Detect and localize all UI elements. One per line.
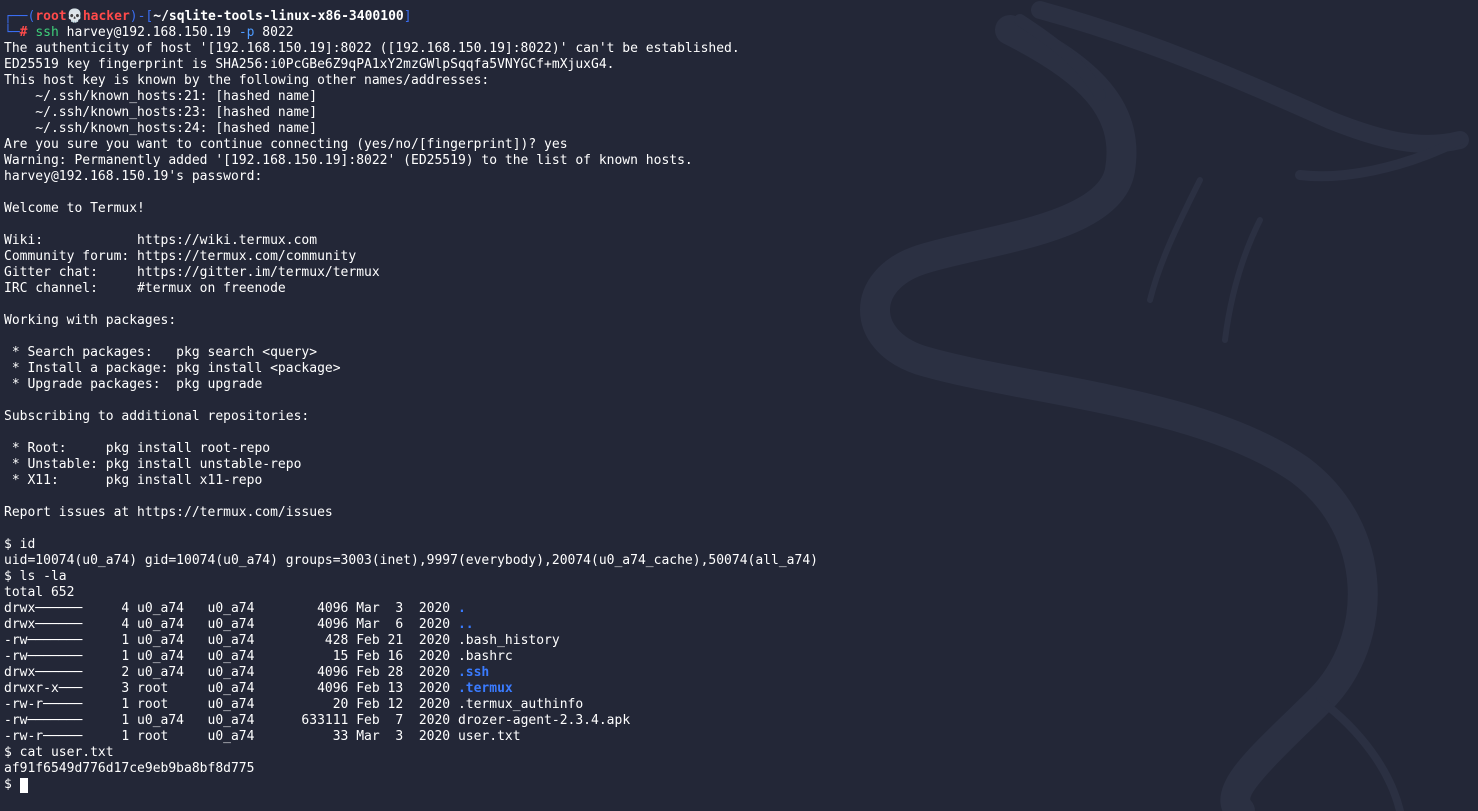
output-line: Welcome to Termux! (4, 201, 145, 216)
listing-row: -rw─────── 1 u0_a74 u0_a74 15 Feb 16 202… (4, 649, 1474, 665)
output-tail: $ cat user.txt af91f6549d776d17ce9eb9ba8b… (4, 745, 1474, 777)
listing-row: drwx────── 4 u0_a74 u0_a74 4096 Mar 6 20… (4, 617, 1474, 633)
listing-meta: drwx────── 4 u0_a74 u0_a74 4096 Mar 6 20… (4, 617, 458, 632)
output-line: ED25519 key fingerprint is SHA256:i0PcGB… (4, 57, 615, 72)
output-line: $ ls -la (4, 569, 67, 584)
listing-meta: -rw─────── 1 u0_a74 u0_a74 15 Feb 16 202… (4, 649, 458, 664)
output-line: This host key is known by the following … (4, 73, 490, 88)
output-line: Community forum: https://termux.com/comm… (4, 249, 357, 264)
listing-meta: drwxr-x─── 3 root u0_a74 4096 Feb 13 202… (4, 681, 458, 696)
listing-file-name: drozer-agent-2.3.4.apk (457, 713, 631, 728)
output-line: ~/.ssh/known_hosts:21: [hashed name] (4, 89, 318, 104)
listing-row: -rw─────── 1 u0_a74 u0_a74 633111 Feb 7 … (4, 713, 1474, 729)
output-line: * Install a package: pkg install <packag… (4, 361, 341, 376)
input-line[interactable]: $ (4, 777, 1474, 793)
command-port: 8022 (254, 25, 294, 40)
listing-meta: drwx────── 4 u0_a74 u0_a74 4096 Mar 3 20… (4, 601, 458, 616)
output-line: Are you sure you want to continue connec… (4, 137, 568, 152)
prompt-user: root (35, 9, 67, 24)
output-line: * Search packages: pkg search <query> (4, 345, 318, 360)
listing-row: drwxr-x─── 3 root u0_a74 4096 Feb 13 202… (4, 681, 1474, 697)
listing-row: -rw-r───── 1 root u0_a74 20 Feb 12 2020 … (4, 697, 1474, 713)
listing-file-name: user.txt (457, 729, 521, 744)
output-line: $ id (4, 537, 36, 552)
listing-dir-name: .. (457, 617, 474, 632)
prompt-hash: # (19, 25, 28, 40)
prompt-end: ] (403, 9, 412, 24)
output-line: Working with packages: (4, 313, 177, 328)
output-line: * Root: pkg install root-repo (4, 441, 271, 456)
skull-icon: 💀 (66, 9, 83, 24)
command-program: ssh (35, 25, 59, 40)
output-line: * Unstable: pkg install unstable-repo (4, 457, 302, 472)
prompt-frame-top: ┌──( (4, 9, 36, 24)
listing-row: -rw-r───── 1 root u0_a74 33 Mar 3 2020 u… (4, 729, 1474, 745)
output-line: IRC channel: #termux on freenode (4, 281, 286, 296)
directory-listing: drwx────── 4 u0_a74 u0_a74 4096 Mar 3 20… (4, 601, 1474, 745)
listing-meta: drwx────── 2 u0_a74 u0_a74 4096 Feb 28 2… (4, 665, 458, 680)
output-line: * Upgrade packages: pkg upgrade (4, 377, 263, 392)
listing-file-name: .termux_authinfo (457, 697, 584, 712)
prompt-separator: )-[ (129, 9, 154, 24)
listing-meta: -rw─────── 1 u0_a74 u0_a74 428 Feb 21 20… (4, 633, 458, 648)
listing-meta: -rw-r───── 1 root u0_a74 33 Mar 3 2020 (4, 729, 458, 744)
input-prompt: $ (4, 777, 20, 792)
output-line: uid=10074(u0_a74) gid=10074(u0_a74) grou… (4, 553, 818, 568)
command-option: -p (238, 25, 255, 40)
output-line: total 652 (4, 585, 75, 600)
output-line: $ cat user.txt (4, 745, 114, 760)
output-line: * X11: pkg install x11-repo (4, 473, 263, 488)
terminal-output: ┌──(root💀hacker)-[~/sqlite-tools-linux-x… (4, 9, 1474, 793)
output-line: Warning: Permanently added '[192.168.150… (4, 153, 693, 168)
output-line: ~/.ssh/known_hosts:24: [hashed name] (4, 121, 318, 136)
output-line: Wiki: https://wiki.termux.com (4, 233, 318, 248)
listing-row: drwx────── 2 u0_a74 u0_a74 4096 Feb 28 2… (4, 665, 1474, 681)
output-line: af91f6549d776d17ce9eb9ba8bf8d775 (4, 761, 255, 776)
terminal-window[interactable]: ┌──(root💀hacker)-[~/sqlite-tools-linux-x… (0, 0, 1478, 811)
listing-dir-name: . (457, 601, 466, 616)
output-block: The authenticity of host '[192.168.150.1… (4, 41, 1474, 601)
output-line: Subscribing to additional repositories: (4, 409, 310, 424)
prompt-directory: ~/sqlite-tools-linux-x86-3400100 (153, 9, 404, 24)
listing-row: -rw─────── 1 u0_a74 u0_a74 428 Feb 21 20… (4, 633, 1474, 649)
output-line: harvey@192.168.150.19's password: (4, 169, 271, 184)
output-line: Gitter chat: https://gitter.im/termux/te… (4, 265, 380, 280)
text-cursor[interactable] (19, 778, 28, 793)
listing-dir-name: .ssh (457, 665, 490, 680)
listing-dir-name: .termux (457, 681, 513, 696)
command-args: harvey@192.168.150.19 (58, 25, 239, 40)
listing-file-name: .bash_history (457, 633, 560, 648)
listing-meta: -rw-r───── 1 root u0_a74 20 Feb 12 2020 (4, 697, 458, 712)
command-line: └─# ssh harvey@192.168.150.19 -p 8022 (4, 25, 1474, 41)
prompt-frame-bottom: └─ (4, 25, 20, 40)
prompt-line: ┌──(root💀hacker)-[~/sqlite-tools-linux-x… (4, 9, 1474, 25)
listing-row: drwx────── 4 u0_a74 u0_a74 4096 Mar 3 20… (4, 601, 1474, 617)
prompt-host: hacker (82, 9, 130, 24)
output-line: ~/.ssh/known_hosts:23: [hashed name] (4, 105, 318, 120)
output-line: Report issues at https://termux.com/issu… (4, 505, 333, 520)
listing-meta: -rw─────── 1 u0_a74 u0_a74 633111 Feb 7 … (4, 713, 458, 728)
output-line: The authenticity of host '[192.168.150.1… (4, 41, 740, 56)
listing-file-name: .bashrc (457, 649, 513, 664)
